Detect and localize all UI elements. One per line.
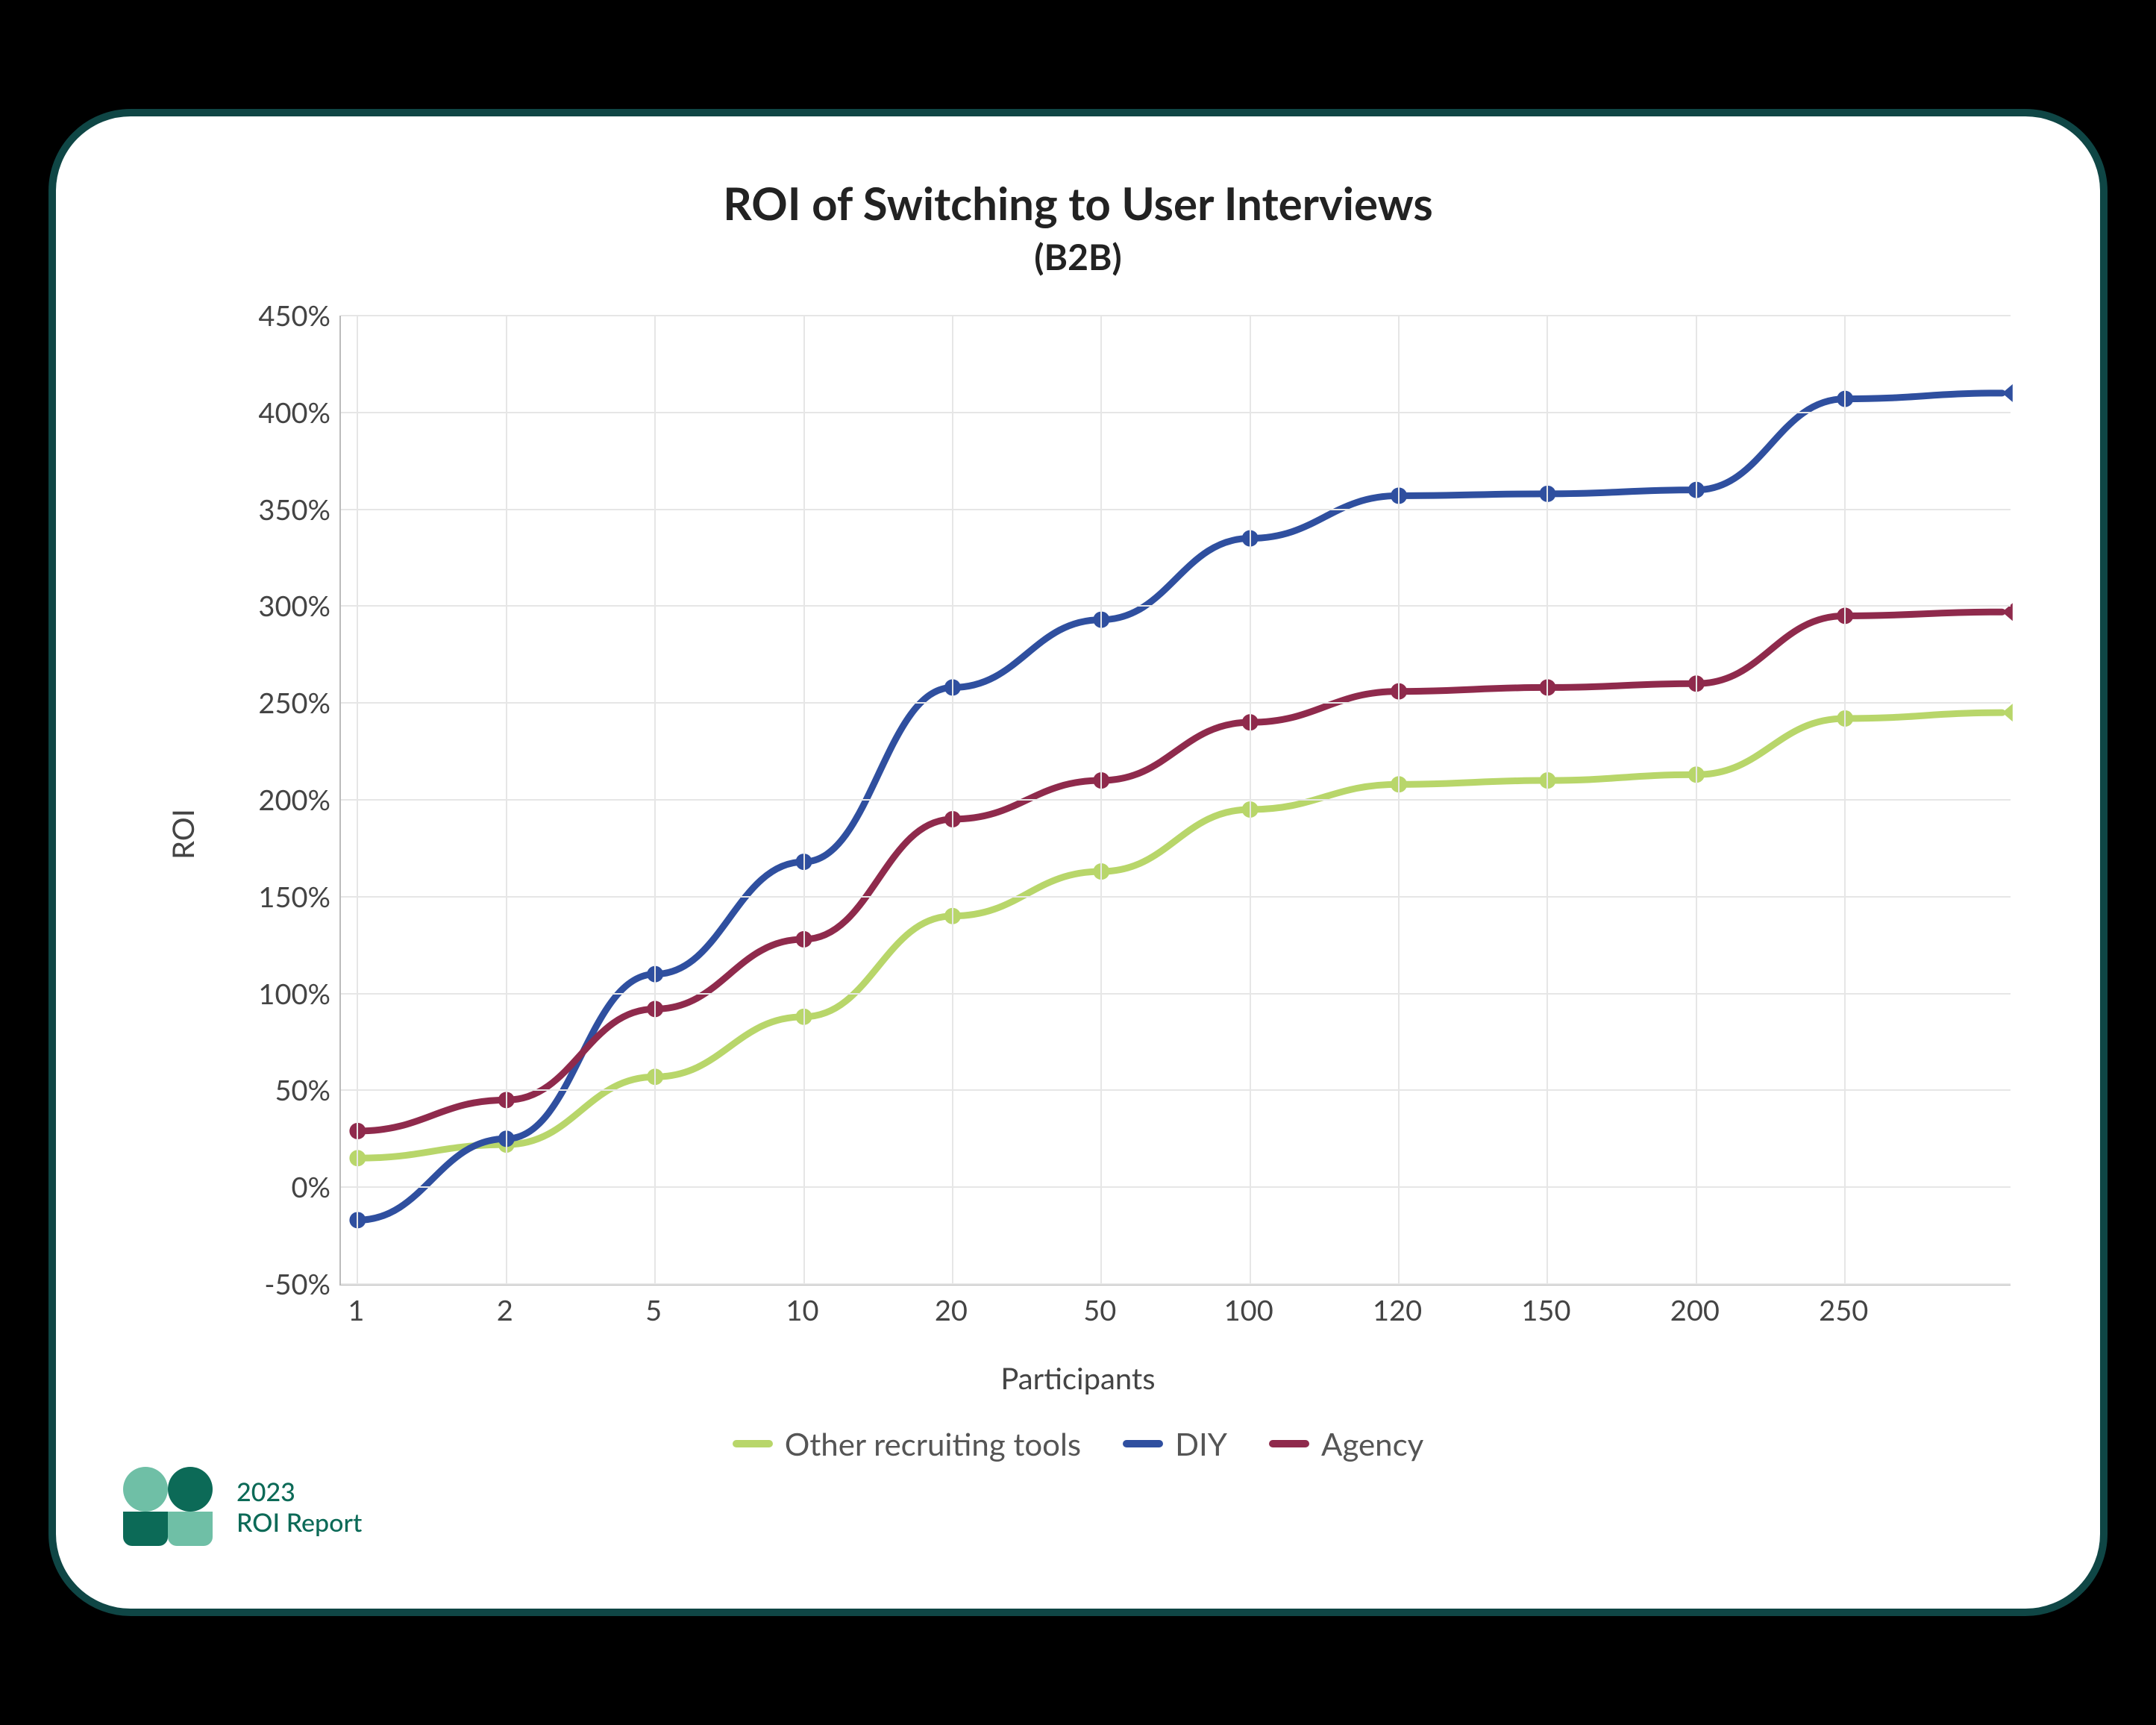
- legend-item: DIY: [1123, 1425, 1227, 1462]
- x-tick-label: 10: [786, 1293, 818, 1327]
- y-tick-label: 250%: [211, 686, 330, 720]
- report-footer-text: 2023 ROI Report: [236, 1477, 362, 1538]
- legend-item: Other recruiting tools: [733, 1425, 1081, 1462]
- y-tick-label: 350%: [211, 492, 330, 527]
- gridline-horizontal: [341, 315, 2011, 316]
- chart-titles: ROI of Switching to User Interviews (B2B…: [101, 176, 2055, 278]
- chart-subtitle: (B2B): [101, 236, 2055, 278]
- plot-area-wrap: ROI -50%0%50%100%150%200%250%300%350%400…: [205, 316, 2011, 1353]
- report-footer: 2023 ROI Report: [123, 1467, 362, 1549]
- legend-swatch-icon: [1269, 1440, 1309, 1447]
- y-tick-label: 450%: [211, 298, 330, 333]
- x-tick-label: 100: [1224, 1293, 1273, 1327]
- chart-card: ROI of Switching to User Interviews (B2B…: [48, 109, 2108, 1616]
- chart-legend: Other recruiting tools DIY Agency: [101, 1417, 2055, 1462]
- y-tick-label: 100%: [211, 977, 330, 1011]
- y-tick-label: 0%: [211, 1170, 330, 1204]
- x-tick-label: 50: [1083, 1293, 1116, 1327]
- gridline-vertical: [1696, 316, 1697, 1284]
- gridline-horizontal: [341, 1089, 2011, 1091]
- y-tick-label: 50%: [211, 1073, 330, 1107]
- x-tick-label: 2: [497, 1293, 513, 1327]
- gridline-vertical: [1547, 316, 1548, 1284]
- y-tick-label: 400%: [211, 395, 330, 430]
- series-end-marker: [2002, 704, 2013, 721]
- viewport: ROI of Switching to User Interviews (B2B…: [0, 0, 2156, 1725]
- chart-title: ROI of Switching to User Interviews: [101, 176, 2055, 230]
- gridline-horizontal: [341, 1186, 2011, 1188]
- series-line: [357, 612, 2002, 1131]
- x-tick-label: 250: [1819, 1293, 1868, 1327]
- legend-label: Other recruiting tools: [785, 1425, 1081, 1462]
- y-axis-label: ROI: [165, 809, 201, 860]
- x-axis-label: Participants: [101, 1360, 2055, 1396]
- gridline-horizontal: [341, 509, 2011, 510]
- y-tick-labels: -50%0%50%100%150%200%250%300%350%400%450…: [205, 316, 339, 1286]
- gridline-vertical: [506, 316, 507, 1284]
- gridline-vertical: [1250, 316, 1251, 1284]
- gridline-vertical: [1844, 316, 1846, 1284]
- gridline-horizontal: [341, 1283, 2011, 1285]
- x-tick-labels: 1 2 5 10 20 50 100 120 150 200 250: [339, 1286, 2011, 1353]
- gridline-vertical: [654, 316, 656, 1284]
- x-tick-label: 5: [645, 1293, 662, 1327]
- gridline-vertical: [1100, 316, 1102, 1284]
- gridline-vertical: [1398, 316, 1400, 1284]
- x-tick-label: 120: [1373, 1293, 1422, 1327]
- x-tick-label: 1: [348, 1293, 364, 1327]
- gridline-vertical: [357, 316, 358, 1284]
- report-label: ROI Report: [236, 1508, 362, 1538]
- gridline-horizontal: [341, 412, 2011, 413]
- x-tick-label: 20: [935, 1293, 968, 1327]
- gridline-horizontal: [341, 702, 2011, 704]
- gridline-horizontal: [341, 993, 2011, 995]
- y-tick-label: -50%: [211, 1267, 330, 1301]
- gridline-vertical: [803, 316, 805, 1284]
- report-year: 2023: [236, 1477, 362, 1508]
- brand-logo-icon: [123, 1467, 220, 1549]
- x-tick-label: 200: [1670, 1293, 1720, 1327]
- plot-area: [339, 316, 2011, 1286]
- gridline-horizontal: [341, 896, 2011, 898]
- legend-label: DIY: [1175, 1425, 1227, 1462]
- series-end-marker: [2002, 384, 2013, 402]
- y-tick-label: 150%: [211, 880, 330, 914]
- gridline-horizontal: [341, 799, 2011, 801]
- series-line: [357, 713, 2002, 1158]
- y-tick-label: 200%: [211, 783, 330, 817]
- legend-swatch-icon: [733, 1440, 773, 1447]
- legend-item: Agency: [1269, 1425, 1423, 1462]
- legend-swatch-icon: [1123, 1440, 1163, 1447]
- gridline-vertical: [952, 316, 953, 1284]
- y-tick-label: 300%: [211, 589, 330, 623]
- gridline-horizontal: [341, 605, 2011, 607]
- legend-label: Agency: [1321, 1425, 1423, 1462]
- x-tick-label: 150: [1521, 1293, 1570, 1327]
